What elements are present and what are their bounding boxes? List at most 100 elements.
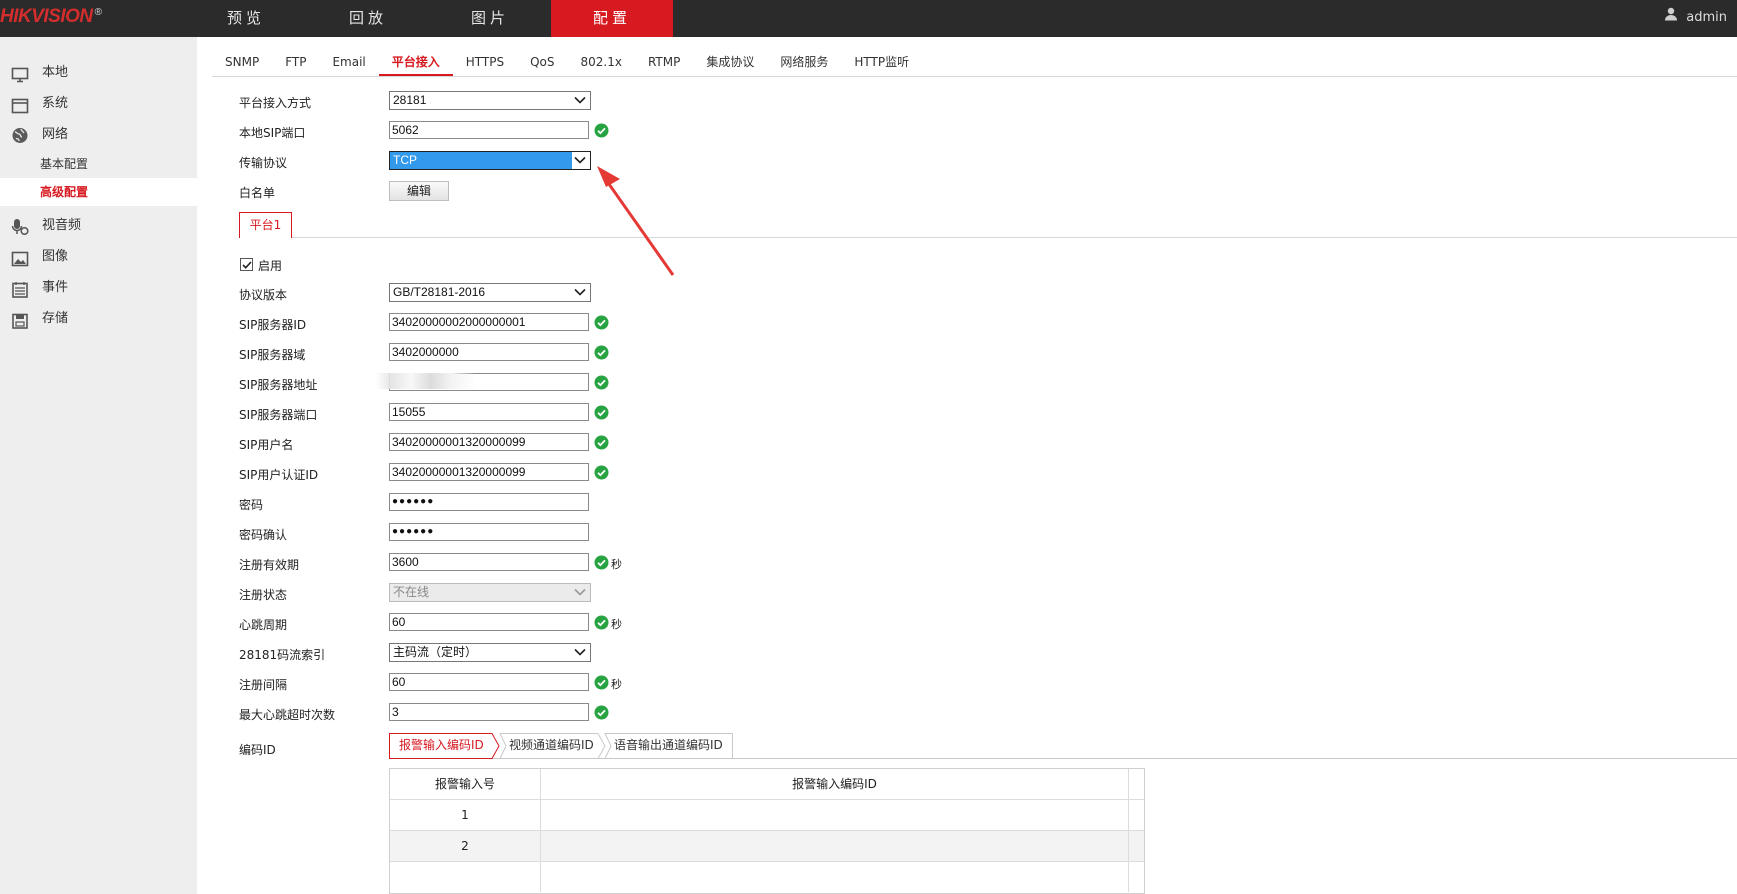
tab-qos[interactable]: QoS: [517, 48, 567, 76]
access-mode-select[interactable]: 28181: [389, 91, 591, 110]
sidebar-item-label: 存储: [42, 311, 69, 326]
tab-video-channel-code[interactable]: 视频通道编码ID: [493, 733, 606, 759]
tab-audio-output-code[interactable]: 语音输出通道编码ID: [598, 733, 733, 759]
sip-username-input[interactable]: 34020000001320000099: [389, 433, 589, 451]
sidebar-item-label: 视音频: [42, 218, 82, 233]
check-ok-icon: [594, 123, 609, 138]
sidebar-item-image[interactable]: 图像: [0, 242, 197, 272]
sidebar-item-network[interactable]: 网络: [0, 120, 197, 150]
encode-id-tabs: 报警输入编码ID 视频通道编码ID 语音输出通道编码ID: [389, 733, 1737, 759]
table-cell[interactable]: [541, 800, 1129, 830]
sip-server-domain-input[interactable]: 3402000000: [389, 343, 589, 361]
tab-integration[interactable]: 集成协议: [693, 48, 767, 76]
user-menu[interactable]: admin: [1664, 0, 1727, 37]
check-ok-icon: [594, 615, 609, 630]
chevron-down-icon: [574, 96, 586, 104]
sip-server-id-label: SIP服务器ID: [239, 318, 307, 332]
transport-select[interactable]: TCP: [389, 151, 591, 170]
reg-validity-label: 注册有效期: [239, 558, 300, 572]
local-sip-port-input[interactable]: 5062: [389, 121, 589, 139]
tab-ftp[interactable]: FTP: [272, 48, 319, 76]
table-header: 报警输入号 报警输入编码ID: [390, 769, 1144, 800]
encode-id-label: 编码ID: [239, 743, 276, 757]
table-row[interactable]: 2: [390, 831, 1144, 862]
password-confirm-input[interactable]: ●●●●●●: [389, 523, 589, 541]
enable-label: 启用: [258, 259, 283, 273]
whitelist-edit-button[interactable]: 编辑: [389, 181, 449, 201]
access-mode-label: 平台接入方式: [239, 96, 312, 110]
sidebar-item-label: 本地: [42, 65, 69, 80]
nav-preview[interactable]: 预览: [185, 0, 307, 37]
password-label: 密码: [239, 498, 264, 512]
chevron-down-icon: [574, 156, 586, 164]
table-spacer: [1129, 862, 1145, 892]
chevron-down-icon: [574, 588, 586, 596]
sip-auth-id-input[interactable]: 34020000001320000099: [389, 463, 589, 481]
table-cell[interactable]: [541, 862, 1129, 892]
sidebar-sub-advanced[interactable]: 高级配置: [0, 178, 197, 206]
annotation-arrow-icon: [597, 166, 675, 276]
reg-validity-input[interactable]: 3600: [389, 553, 589, 571]
tab-https[interactable]: HTTPS: [453, 48, 517, 76]
tab-snmp[interactable]: SNMP: [212, 48, 272, 76]
heartbeat-input[interactable]: 60: [389, 613, 589, 631]
tab-email[interactable]: Email: [319, 48, 378, 76]
alarm-input-code-table: 报警输入号 报警输入编码ID 1 2: [389, 768, 1145, 894]
table-row[interactable]: 1: [390, 800, 1144, 831]
disk-icon: [11, 311, 29, 329]
sip-username-label: SIP用户名: [239, 438, 294, 452]
max-heartbeat-timeouts-label: 最大心跳超时次数: [239, 708, 336, 722]
check-ok-icon: [594, 465, 609, 480]
check-ok-icon: [594, 705, 609, 720]
chevron-down-icon: [574, 288, 586, 296]
redacted-blur: [376, 373, 476, 389]
tab-network-service[interactable]: 网络服务: [767, 48, 841, 76]
tab-rtmp[interactable]: RTMP: [635, 48, 693, 76]
tab-platform-1[interactable]: 平台1: [239, 212, 292, 238]
user-icon: [1664, 0, 1680, 35]
main-nav: 预览 回放 图片 配置: [185, 0, 673, 37]
platform-tabs: 平台1: [239, 212, 1737, 238]
transport-label: 传输协议: [239, 156, 288, 170]
sidebar-item-label: 事件: [42, 280, 69, 295]
table-cell: 2: [390, 831, 541, 861]
check-ok-icon: [594, 555, 609, 570]
reg-status-select: 不在线: [389, 583, 591, 602]
reg-interval-input[interactable]: 60: [389, 673, 589, 691]
unit-seconds: 秒: [611, 558, 622, 571]
user-name: admin: [1686, 10, 1727, 25]
sidebar-item-system[interactable]: 系统: [0, 89, 197, 119]
table-cell: 1: [390, 800, 541, 830]
tab-http-listen[interactable]: HTTP监听: [841, 48, 922, 76]
max-heartbeat-timeouts-input[interactable]: 3: [389, 703, 589, 721]
nav-picture[interactable]: 图片: [429, 0, 551, 37]
calendar-icon: [11, 280, 29, 298]
checkmark-icon: [242, 261, 252, 269]
table-cell: [390, 862, 541, 892]
tab-8021x[interactable]: 802.1x: [568, 48, 635, 76]
nav-config[interactable]: 配置: [551, 0, 673, 37]
nav-playback[interactable]: 回放: [307, 0, 429, 37]
sip-server-id-input[interactable]: 34020000002000000001: [389, 313, 589, 331]
sidebar-item-storage[interactable]: 存储: [0, 304, 197, 334]
monitor-icon: [11, 65, 29, 83]
unit-seconds: 秒: [611, 618, 622, 631]
sidebar-item-local[interactable]: 本地: [0, 58, 197, 88]
sip-server-port-input[interactable]: 15055: [389, 403, 589, 421]
sidebar-item-event[interactable]: 事件: [0, 273, 197, 303]
sidebar-item-video-audio[interactable]: 视音频: [0, 211, 197, 241]
stream-index-select[interactable]: 主码流（定时）: [389, 643, 591, 662]
password-input[interactable]: ●●●●●●: [389, 493, 589, 511]
sidebar-sub-label: 基本配置: [40, 157, 89, 171]
unit-seconds: 秒: [611, 678, 622, 691]
brand-logo: HIKVISION ®: [0, 6, 102, 27]
heartbeat-label: 心跳周期: [239, 618, 288, 632]
protocol-version-select[interactable]: GB/T28181-2016: [389, 283, 591, 302]
sidebar-sub-basic[interactable]: 基本配置: [0, 150, 197, 178]
enable-checkbox[interactable]: [240, 258, 253, 271]
table-cell[interactable]: [541, 831, 1129, 861]
tab-alarm-input-code[interactable]: 报警输入编码ID: [389, 733, 500, 759]
tab-platform-access[interactable]: 平台接入: [378, 48, 453, 76]
table-row[interactable]: [390, 862, 1144, 893]
check-ok-icon: [594, 375, 609, 390]
